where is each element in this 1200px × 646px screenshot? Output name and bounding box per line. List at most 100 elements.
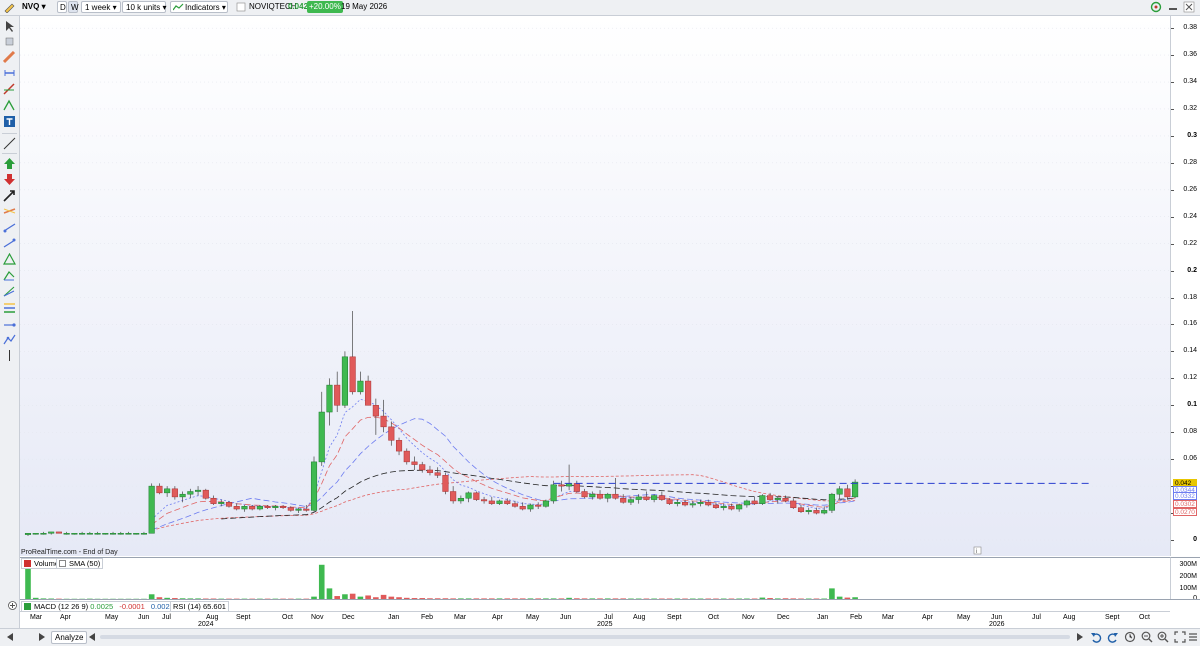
month-label: Apr [60, 614, 71, 621]
candle-body [373, 405, 379, 416]
scroll-right-icon[interactable] [36, 632, 48, 644]
arrow-line-icon[interactable] [3, 189, 16, 202]
rectangle-tool-icon[interactable] [3, 205, 16, 218]
candle-body [157, 486, 163, 493]
menu-icon[interactable] [1188, 631, 1198, 645]
interval-selector[interactable]: 1 week ▾ [81, 1, 121, 13]
change-badge: +20.00% [307, 1, 343, 13]
cursor-icon[interactable] [3, 20, 16, 33]
channel-icon[interactable] [3, 99, 16, 112]
scroll-track-left-icon[interactable] [86, 632, 98, 644]
volume-chart[interactable] [20, 557, 1170, 600]
candle-body [404, 451, 410, 462]
candle-body [265, 506, 271, 507]
candle [760, 494, 766, 505]
crosshair-icon[interactable] [3, 35, 16, 48]
candle-body [497, 501, 503, 504]
candle-body [821, 510, 827, 513]
candle-body [273, 506, 279, 507]
text-tool-icon[interactable] [3, 115, 16, 128]
volume-sma-legend-item[interactable]: SMA (50) [56, 558, 103, 569]
trendline-icon[interactable] [3, 137, 16, 150]
candle-body [234, 506, 240, 509]
candle-body [783, 498, 789, 501]
buy-arrow-icon[interactable] [3, 157, 16, 170]
measure-icon[interactable] [3, 67, 16, 80]
scroll-left-icon[interactable] [4, 632, 16, 644]
cycle-tool-icon[interactable] [3, 317, 16, 330]
month-label: Aug [1063, 614, 1075, 621]
minimize-icon[interactable] [1168, 1, 1178, 13]
month-label: Oct [282, 614, 293, 621]
price-axis[interactable]: 0.380.360.340.320.30.280.260.240.220.20.… [1170, 16, 1200, 556]
period-day-button[interactable]: D [57, 1, 67, 13]
triangle-tool-icon[interactable] [3, 253, 16, 266]
month-label: Jul [162, 614, 171, 621]
pitchfork-icon[interactable] [3, 269, 16, 282]
price-tick-mark [1171, 55, 1174, 56]
time-axis[interactable]: MarAprMayJunJulAugSeptOctNovDecJanFebMar… [20, 611, 1170, 629]
sell-arrow-icon[interactable] [3, 173, 16, 186]
redo-icon[interactable] [1107, 631, 1119, 645]
candle-body [249, 506, 255, 509]
units-selector[interactable]: 10 k units ▾ [122, 1, 166, 13]
price-tick-label: 0.22 [1183, 240, 1197, 248]
ray-tool-icon[interactable] [3, 221, 16, 234]
time-scrollbar[interactable] [100, 635, 1070, 639]
candle-body [41, 533, 47, 534]
vertical-line-icon[interactable] [3, 349, 16, 362]
candle-body [644, 497, 650, 500]
candle-body [636, 497, 642, 500]
ruler-icon[interactable] [3, 51, 16, 64]
gann-tool-icon[interactable] [3, 285, 16, 298]
candle-body [605, 494, 611, 498]
price-label-box: 0.0270 [1173, 508, 1197, 516]
candle-body [551, 485, 557, 501]
candle-body [852, 482, 858, 497]
add-panel-icon[interactable] [7, 600, 18, 613]
levels-tool-icon[interactable] [3, 301, 16, 314]
price-tick-mark [1171, 432, 1174, 433]
candle [72, 533, 78, 534]
candle-body [775, 498, 781, 499]
chart-settings-icon[interactable] [1150, 1, 1162, 13]
pencil-icon[interactable] [3, 1, 17, 13]
price-tick-mark [1171, 136, 1174, 137]
month-label: May [957, 614, 970, 621]
candle-body [288, 508, 294, 511]
symbol-selector[interactable]: NVQ ▾ [19, 1, 47, 13]
price-chart[interactable]: ProRealTime.com - End of Day i [20, 16, 1170, 556]
zigzag-tool-icon[interactable] [3, 333, 16, 346]
candle-body [319, 412, 325, 462]
zoom-out-icon[interactable] [1141, 631, 1153, 645]
scroll-track-right-icon[interactable] [1074, 632, 1086, 644]
candle-body [311, 462, 317, 510]
expand-icon[interactable]: ◦ [384, 1, 387, 13]
candle-body [365, 381, 371, 405]
interval-label: 1 week [85, 3, 110, 12]
candle-body [427, 470, 433, 473]
info-marker-icon[interactable]: i [974, 547, 981, 555]
period-week-button[interactable]: W [68, 1, 78, 13]
month-label: Feb [421, 614, 433, 621]
month-label: Sept [236, 614, 250, 621]
fibonacci-icon[interactable] [3, 83, 16, 96]
macd-value-1: 0.0025 [90, 602, 113, 611]
undo-icon[interactable] [1090, 631, 1102, 645]
indicators-button[interactable]: Indicators ▾ [170, 1, 228, 13]
reset-zoom-icon[interactable] [1124, 631, 1136, 645]
fit-screen-icon[interactable] [1174, 631, 1186, 645]
candle-body [350, 357, 356, 392]
analyze-button[interactable]: Analyze [51, 631, 87, 644]
price-tick-mark [1171, 28, 1174, 29]
zoom-in-icon[interactable] [1157, 631, 1169, 645]
close-icon[interactable] [1183, 1, 1195, 13]
month-label: Jun [991, 614, 1002, 621]
candle-body [729, 506, 735, 509]
price-tick-label: 0.18 [1183, 294, 1197, 302]
candle-body [443, 475, 449, 491]
month-label: Jun [560, 614, 571, 621]
candle [103, 533, 109, 534]
parallel-tool-icon[interactable] [3, 237, 16, 250]
candle-body [790, 501, 796, 508]
